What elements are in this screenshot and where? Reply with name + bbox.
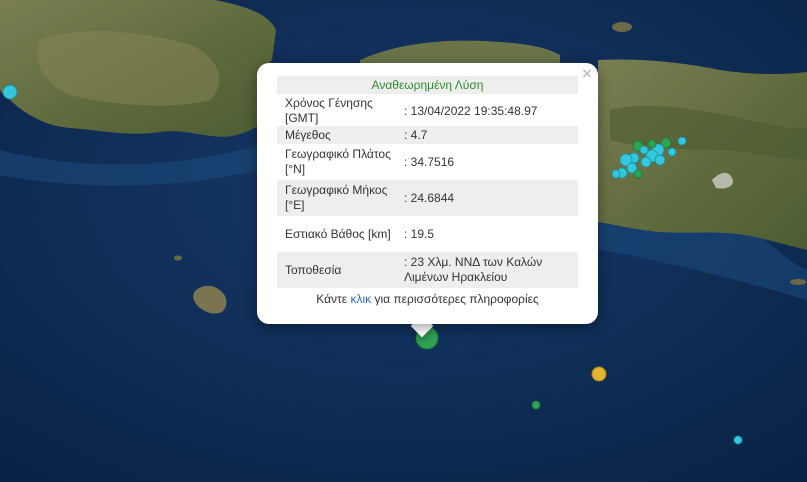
info-row-longitude: Γεωγραφικό Μήκος [°E] : 24.6844	[277, 180, 578, 216]
info-value: : 4.7	[396, 126, 578, 144]
earthquake-info-popup: × Αναθεωρημένη Λύση Χρόνος Γένησης [GMT]…	[257, 63, 598, 324]
info-row-latitude: Γεωγραφικό Πλάτος [°N] : 34.7516	[277, 144, 578, 180]
info-label: Γεωγραφικό Πλάτος [°N]	[285, 147, 391, 176]
info-label: Τοποθεσία	[277, 252, 396, 288]
more-info-link[interactable]: κλικ	[350, 292, 371, 306]
more-info-prefix: Κάντε	[316, 292, 351, 306]
more-info-suffix: για περισσότερες πληροφορίες	[371, 292, 539, 306]
islet-west	[174, 255, 182, 261]
small-island-north	[612, 22, 632, 32]
info-value: : 34.7516	[404, 154, 455, 169]
info-row-location: Τοποθεσία : 23 Χλμ. ΝΝΔ των Καλών Λιμένω…	[277, 252, 578, 288]
earthquake-marker[interactable]	[2, 84, 18, 100]
info-label: Μέγεθος	[277, 126, 396, 144]
info-value: : 13/04/2022 19:35:48.97	[404, 103, 538, 118]
info-label: Χρόνος Γένησης [GMT]	[285, 96, 373, 125]
earthquake-info-table: Χρόνος Γένησης [GMT] : 13/04/2022 19:35:…	[277, 96, 578, 288]
info-value: : 24.6844	[396, 180, 578, 216]
info-value: : 23 Χλμ. ΝΝΔ των Καλών Λιμένων Ηρακλείο…	[396, 252, 578, 288]
close-icon[interactable]: ×	[582, 65, 592, 83]
earthquake-marker[interactable]	[531, 400, 541, 410]
more-info-line: Κάντε κλικ για περισσότερες πληροφορίες	[277, 292, 578, 306]
info-value: : 19.5	[404, 226, 435, 241]
info-row-magnitude: Μέγεθος : 4.7	[277, 126, 578, 144]
earthquake-marker[interactable]	[591, 366, 607, 382]
info-row-origin-time: Χρόνος Γένησης [GMT] : 13/04/2022 19:35:…	[277, 96, 578, 126]
info-label: Εστιακό Βάθος [km]	[285, 226, 391, 241]
earthquake-marker[interactable]	[733, 435, 743, 445]
info-label: Γεωγραφικό Μήκος [°E]	[277, 180, 396, 216]
small-island-east	[790, 279, 806, 285]
info-row-depth: Εστιακό Βάθος [km] : 19.5	[277, 216, 578, 252]
popup-title: Αναθεωρημένη Λύση	[277, 76, 578, 94]
